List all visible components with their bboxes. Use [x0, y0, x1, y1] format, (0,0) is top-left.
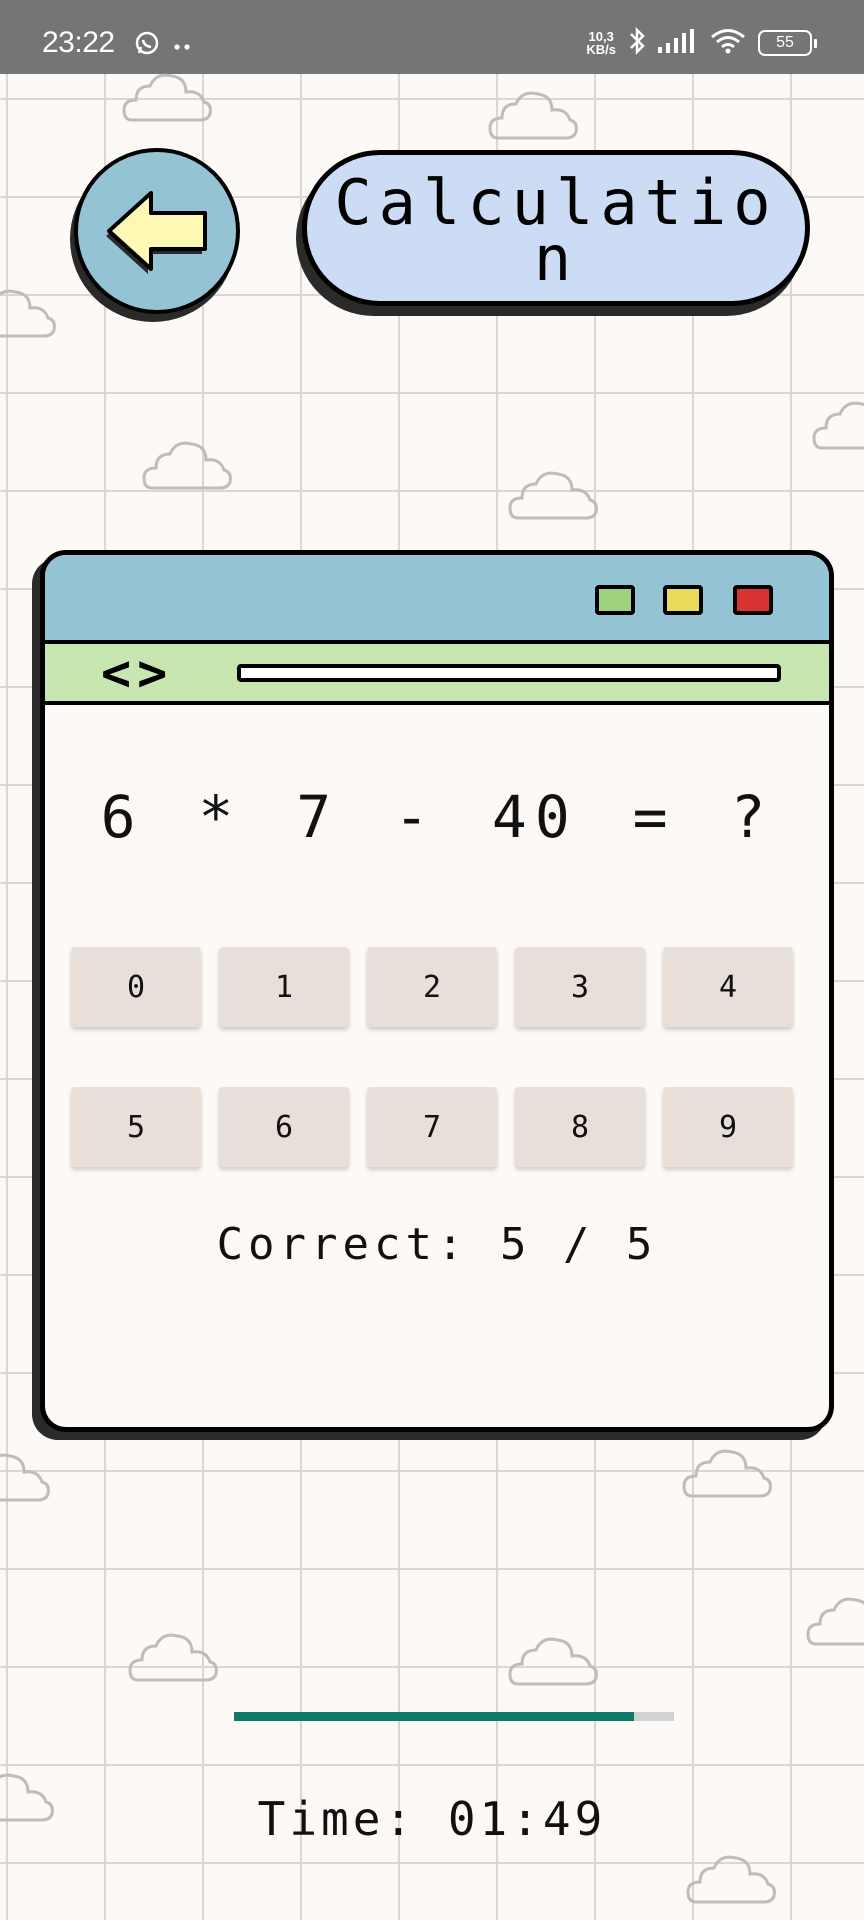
quiz-window: <> 6 * 7 - 40 = ? 0 1 2 3 4 5 6 7 8 9 Co…	[40, 550, 834, 1432]
cloud-icon	[686, 1855, 776, 1904]
bluetooth-icon	[628, 26, 646, 60]
cloud-icon	[508, 471, 598, 520]
cloud-icon	[142, 441, 232, 490]
network-speed: 10,3 KB/s	[586, 29, 616, 57]
window-titlebar	[45, 555, 829, 644]
time-progress-fill	[234, 1712, 635, 1721]
status-time: 23:22	[42, 26, 115, 59]
cloud-icon	[488, 91, 578, 140]
time-progress-bar	[234, 1712, 674, 1721]
timer-text: Time: 01:49	[257, 1792, 607, 1846]
cloud-icon	[806, 1597, 864, 1646]
page-title-text: Calculation	[334, 166, 778, 295]
answer-button-7[interactable]: 7	[367, 1087, 497, 1167]
battery-icon: 55	[758, 30, 817, 56]
answer-button-1[interactable]: 1	[219, 947, 349, 1027]
answer-button-8[interactable]: 8	[515, 1087, 645, 1167]
cloud-icon	[682, 1449, 772, 1498]
cloud-icon	[122, 73, 212, 122]
status-bar: 23:22 10,3 KB/s 55	[0, 0, 864, 74]
window-navbar: <>	[45, 644, 829, 705]
signal-icon	[658, 29, 698, 57]
notification-dots-icon	[174, 36, 192, 55]
answer-button-6[interactable]: 6	[219, 1087, 349, 1167]
address-bar	[237, 664, 781, 682]
page-title: Calculation	[302, 150, 810, 306]
question-text: 6 * 7 - 40 = ?	[100, 783, 774, 851]
back-button[interactable]	[74, 148, 240, 314]
window-button-red	[733, 585, 773, 615]
cloud-icon	[0, 289, 56, 338]
answer-button-0[interactable]: 0	[71, 947, 201, 1027]
cloud-icon	[128, 1633, 218, 1682]
cloud-icon	[508, 1637, 598, 1686]
answer-button-3[interactable]: 3	[515, 947, 645, 1027]
answer-button-9[interactable]: 9	[663, 1087, 793, 1167]
window-button-yellow	[663, 585, 703, 615]
cloud-icon	[0, 1453, 50, 1502]
whatsapp-icon	[134, 30, 160, 60]
cloud-icon	[812, 401, 864, 450]
window-button-green	[595, 585, 635, 615]
nav-arrows: <>	[101, 644, 174, 702]
score-text: Correct: 5 / 5	[216, 1219, 658, 1270]
answer-button-5[interactable]: 5	[71, 1087, 201, 1167]
wifi-icon	[710, 28, 746, 58]
answer-button-4[interactable]: 4	[663, 947, 793, 1027]
arrow-left-icon	[106, 191, 207, 274]
answer-button-2[interactable]: 2	[367, 947, 497, 1027]
